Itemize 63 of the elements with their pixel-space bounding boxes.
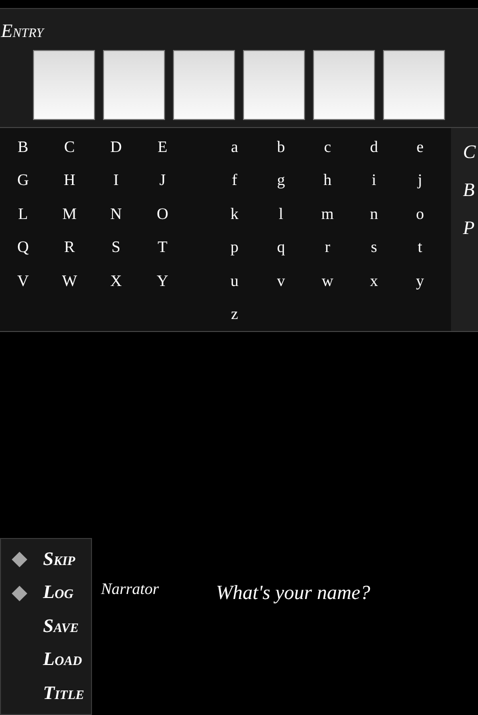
letter-key[interactable]: c — [304, 131, 351, 164]
letter-key[interactable]: l — [258, 198, 304, 232]
letter-key[interactable]: X — [93, 265, 139, 298]
side-button[interactable]: B — [463, 179, 475, 203]
letter-key[interactable]: b — [258, 131, 304, 164]
letter-key[interactable]: E — [139, 131, 186, 164]
letter-key[interactable]: h — [304, 164, 351, 198]
letter-key[interactable]: i — [351, 164, 397, 198]
letter-slot[interactable] — [243, 50, 305, 120]
letter-key[interactable]: m — [304, 198, 351, 232]
menu-item[interactable]: Skip — [43, 546, 76, 574]
letter-slot[interactable] — [33, 50, 95, 120]
letter-key[interactable]: H — [46, 164, 93, 198]
letter-key[interactable]: q — [258, 232, 304, 265]
letter-key[interactable]: I — [93, 164, 139, 198]
side-button[interactable]: P — [463, 217, 475, 241]
letter-key[interactable]: V — [0, 265, 46, 298]
letter-key[interactable]: R — [46, 232, 93, 265]
letter-key[interactable]: v — [258, 265, 304, 298]
letter-key[interactable]: W — [46, 265, 93, 298]
letter-key[interactable]: k — [211, 198, 258, 232]
letter-slot[interactable] — [383, 50, 445, 120]
side-button[interactable]: C — [463, 141, 476, 165]
menu-item[interactable]: Log — [43, 579, 74, 608]
letter-key[interactable]: S — [93, 232, 139, 265]
letter-key[interactable]: Q — [0, 232, 46, 265]
letter-key[interactable]: s — [351, 232, 397, 265]
letter-key[interactable]: C — [46, 131, 93, 164]
letter-key[interactable]: L — [0, 198, 46, 232]
letter-key[interactable]: o — [397, 198, 443, 232]
letter-key[interactable]: Y — [139, 265, 186, 298]
letter-key[interactable]: w — [304, 265, 351, 298]
letter-key[interactable]: g — [258, 164, 304, 198]
letter-key[interactable]: a — [211, 131, 258, 164]
dialogue-text: What's your name? — [216, 581, 370, 606]
letter-key[interactable]: O — [139, 198, 186, 232]
letter-key[interactable]: T — [139, 232, 186, 265]
letter-key[interactable]: f — [211, 164, 258, 198]
letter-key[interactable]: u — [211, 265, 258, 298]
letter-key[interactable]: y — [397, 265, 443, 298]
letter-slot[interactable] — [103, 50, 165, 120]
letter-key[interactable]: N — [93, 198, 139, 232]
letter-key[interactable]: G — [0, 164, 46, 198]
entry-label: Entry — [1, 22, 44, 41]
letter-key[interactable]: x — [351, 265, 397, 298]
letter-key[interactable]: j — [397, 164, 443, 198]
letter-key[interactable]: d — [351, 131, 397, 164]
menu-item[interactable]: Title — [43, 680, 84, 708]
letter-key[interactable]: M — [46, 198, 93, 232]
menu-item[interactable]: Load — [43, 646, 82, 674]
speaker-name: Narrator — [101, 580, 159, 600]
letter-key[interactable]: r — [304, 232, 351, 265]
letter-key[interactable]: t — [397, 232, 443, 265]
letter-key[interactable]: e — [397, 131, 443, 164]
letter-key[interactable]: n — [351, 198, 397, 232]
letter-key[interactable]: J — [139, 164, 186, 198]
letter-slot[interactable] — [173, 50, 235, 120]
letter-key[interactable]: D — [93, 131, 139, 164]
letter-key[interactable]: z — [211, 298, 258, 332]
menu-item[interactable]: Save — [43, 612, 79, 641]
letter-key[interactable]: p — [211, 232, 258, 265]
letter-slot[interactable] — [313, 50, 375, 120]
letter-key[interactable]: B — [0, 131, 46, 164]
